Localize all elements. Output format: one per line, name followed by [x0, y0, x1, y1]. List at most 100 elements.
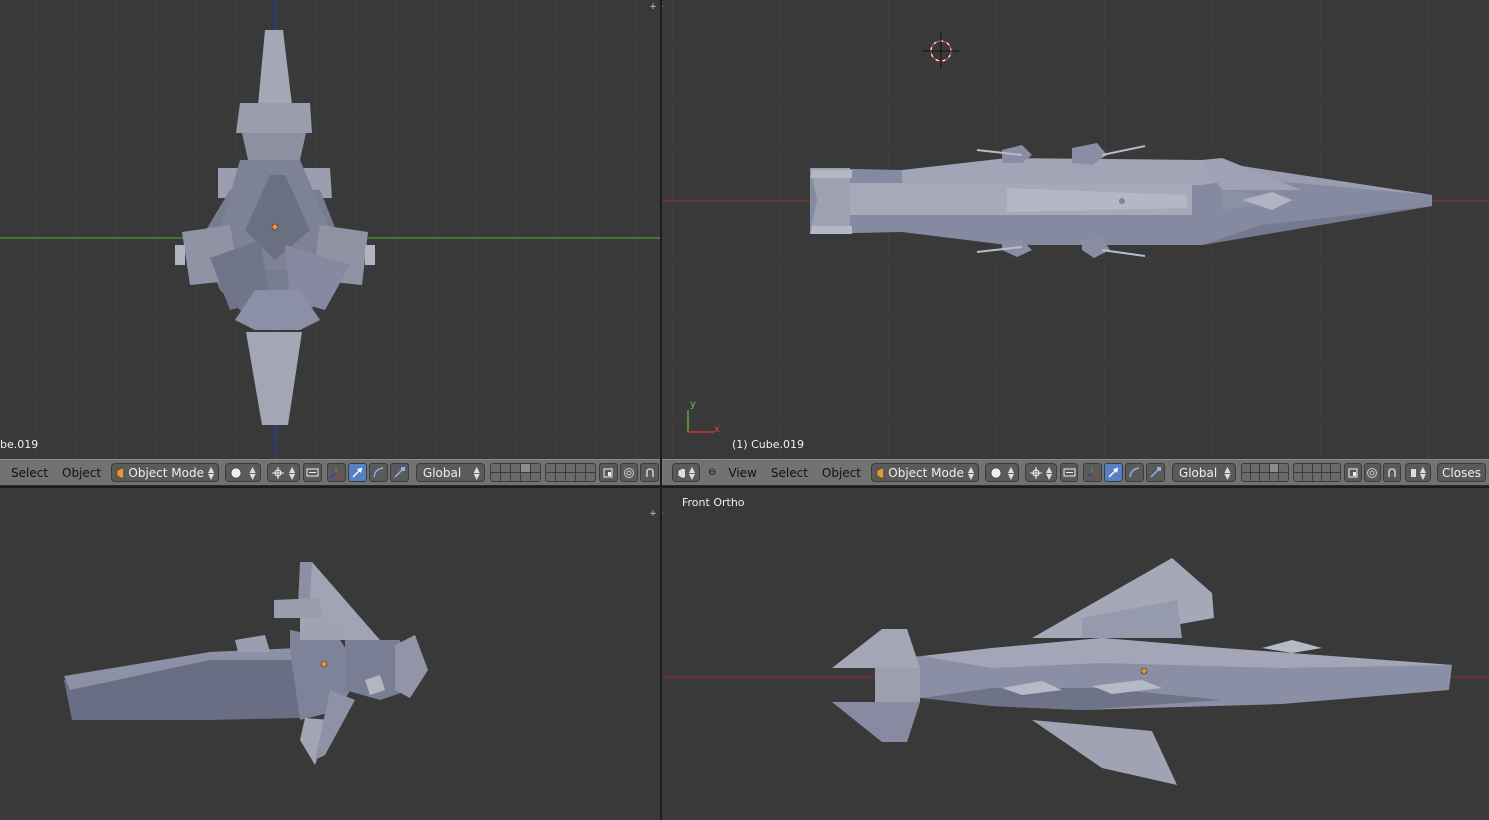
proportional-icon	[1367, 467, 1378, 478]
pivot-dropdown[interactable]: ▲ ▼	[266, 463, 301, 482]
object-cube-icon	[116, 467, 124, 479]
manipulator-translate-icon	[330, 467, 343, 478]
manipulator-scale-button[interactable]	[1145, 463, 1165, 482]
area-split-icon[interactable]: +	[662, 3, 664, 12]
viewport-3d-icon	[677, 467, 685, 479]
orientation-label: Global	[422, 465, 462, 480]
manipulator-group	[326, 463, 410, 482]
mode-dropdown-label: Object Mode	[888, 465, 964, 480]
viewport-top-right[interactable]: y x + (1) Cube.019	[662, 0, 1489, 459]
object-menu[interactable]: Object	[55, 466, 108, 480]
manipulator-icon	[1063, 468, 1076, 477]
orientation-label: Global	[1178, 465, 1218, 480]
object-cube-icon	[876, 467, 884, 479]
object-origin	[1140, 667, 1148, 675]
view-menu[interactable]: View	[721, 466, 763, 480]
area-split-icon[interactable]: +	[649, 3, 657, 12]
layer-lock-button[interactable]	[598, 463, 618, 482]
viewport-bottom-left[interactable]: +	[0, 488, 660, 820]
manipulator-scale-icon	[1150, 467, 1161, 478]
collapse-menu-icon[interactable]: ⊖	[703, 467, 721, 478]
viewport-object-label: (1) Cube.019	[732, 438, 804, 451]
manipulator-toggle[interactable]	[303, 463, 322, 482]
viewport-canvas	[64, 562, 428, 765]
lock-layers-icon	[603, 468, 613, 477]
ship-mesh-front-view[interactable]	[832, 558, 1452, 785]
manipulator-combined-button[interactable]	[1082, 463, 1102, 482]
proportional-edit-button[interactable]	[619, 463, 639, 482]
layers-grid-1[interactable]	[489, 463, 541, 482]
layers-grid-2[interactable]	[544, 463, 596, 482]
snap-element-dropdown[interactable]: ▲ ▼	[1405, 463, 1432, 482]
dropdown-arrows-icon: ▲ ▼	[289, 464, 296, 481]
manipulator-icon	[306, 468, 319, 477]
select-menu[interactable]: Select	[0, 466, 55, 480]
layer-lock-button[interactable]	[1343, 463, 1362, 482]
editor-type-dropdown[interactable]: ▲ ▼	[672, 463, 700, 482]
axis-x-label: x	[714, 424, 720, 435]
snap-target-label: Closes	[1442, 465, 1481, 480]
snap-magnet-icon	[645, 467, 654, 477]
manipulator-combined-button[interactable]	[326, 463, 346, 482]
area-divider-horizontal[interactable]	[0, 486, 1489, 488]
dropdown-arrows-icon: ▲ ▼	[1419, 464, 1427, 481]
view-name-label: Front Ortho	[682, 496, 745, 509]
manipulator-scale-icon	[394, 467, 405, 478]
dropdown-arrows-icon: ▲ ▼	[1007, 464, 1015, 481]
viewport-grid	[0, 0, 660, 459]
dropdown-arrows-icon: ▲ ▼	[1046, 464, 1053, 481]
arrow-icon	[1108, 467, 1119, 478]
manipulator-translate-button[interactable]	[347, 463, 367, 482]
viewport-canvas	[662, 558, 1489, 785]
viewport-shading-dropdown[interactable]: ▲ ▼	[225, 463, 261, 482]
lock-layers-icon	[1348, 468, 1358, 477]
mode-dropdown[interactable]: Object Mode ▲ ▼	[111, 463, 220, 482]
dropdown-arrows-icon: ▲ ▼	[967, 464, 974, 481]
area-split-icon[interactable]: +	[662, 510, 664, 519]
dropdown-arrows-icon: ▲ ▼	[688, 464, 695, 481]
shading-sphere-icon	[990, 467, 1002, 478]
mode-dropdown[interactable]: Object Mode ▲ ▼	[871, 463, 979, 482]
select-menu[interactable]: Select	[764, 466, 815, 480]
manipulator-group	[1082, 463, 1166, 482]
dropdown-arrows-icon: ▲ ▼	[249, 464, 256, 481]
area-divider-vertical[interactable]	[660, 0, 662, 820]
viewport-bottom-right[interactable]: + Front Ortho	[662, 488, 1489, 820]
pivot-icon	[1030, 466, 1043, 479]
proportional-edit-button[interactable]	[1363, 463, 1382, 482]
orientation-dropdown[interactable]: Global ▲ ▼	[415, 463, 485, 482]
snap-button[interactable]	[1383, 463, 1402, 482]
viewport-top-left[interactable]: be.019	[0, 0, 660, 459]
layers-grid-2[interactable]	[1292, 463, 1341, 482]
manipulator-rotate-icon	[1129, 467, 1140, 478]
snap-target-dropdown[interactable]: Closes	[1437, 463, 1486, 482]
manipulator-translate-icon	[1086, 467, 1099, 478]
manipulator-rotate-button[interactable]	[1124, 463, 1144, 482]
manipulator-toggle[interactable]	[1060, 463, 1078, 482]
orientation-dropdown[interactable]: Global ▲ ▼	[1171, 463, 1236, 482]
axis-y-label: y	[690, 399, 696, 410]
object-origin	[271, 223, 279, 231]
viewport-header-right: ▲ ▼ ⊖ View Select Object Object Mode ▲ ▼ ▲…	[662, 459, 1489, 486]
manipulator-translate-button[interactable]	[1103, 463, 1123, 482]
layers-grid-1[interactable]	[1240, 463, 1289, 482]
dropdown-arrows-icon: ▲ ▼	[473, 464, 480, 481]
viewport-grid: y x	[662, 0, 1489, 459]
ship-mesh-perspective-view[interactable]	[64, 562, 428, 765]
object-origin	[320, 660, 328, 668]
pivot-dropdown[interactable]: ▲ ▼	[1025, 463, 1058, 482]
manipulator-scale-button[interactable]	[389, 463, 409, 482]
proportional-icon	[623, 467, 634, 478]
dropdown-arrows-icon: ▲ ▼	[1224, 464, 1231, 481]
viewport-shading-dropdown[interactable]: ▲ ▼	[985, 463, 1020, 482]
object-menu[interactable]: Object	[815, 466, 868, 480]
snap-button[interactable]	[640, 463, 659, 482]
arrow-icon	[352, 467, 363, 478]
snap-magnet-icon	[1388, 467, 1396, 477]
area-split-icon[interactable]: +	[649, 510, 657, 519]
mode-dropdown-label: Object Mode	[128, 465, 204, 480]
viewport-object-label: be.019	[0, 438, 39, 451]
manipulator-rotate-icon	[373, 467, 384, 478]
manipulator-rotate-button[interactable]	[368, 463, 388, 482]
shading-sphere-icon	[230, 467, 242, 478]
